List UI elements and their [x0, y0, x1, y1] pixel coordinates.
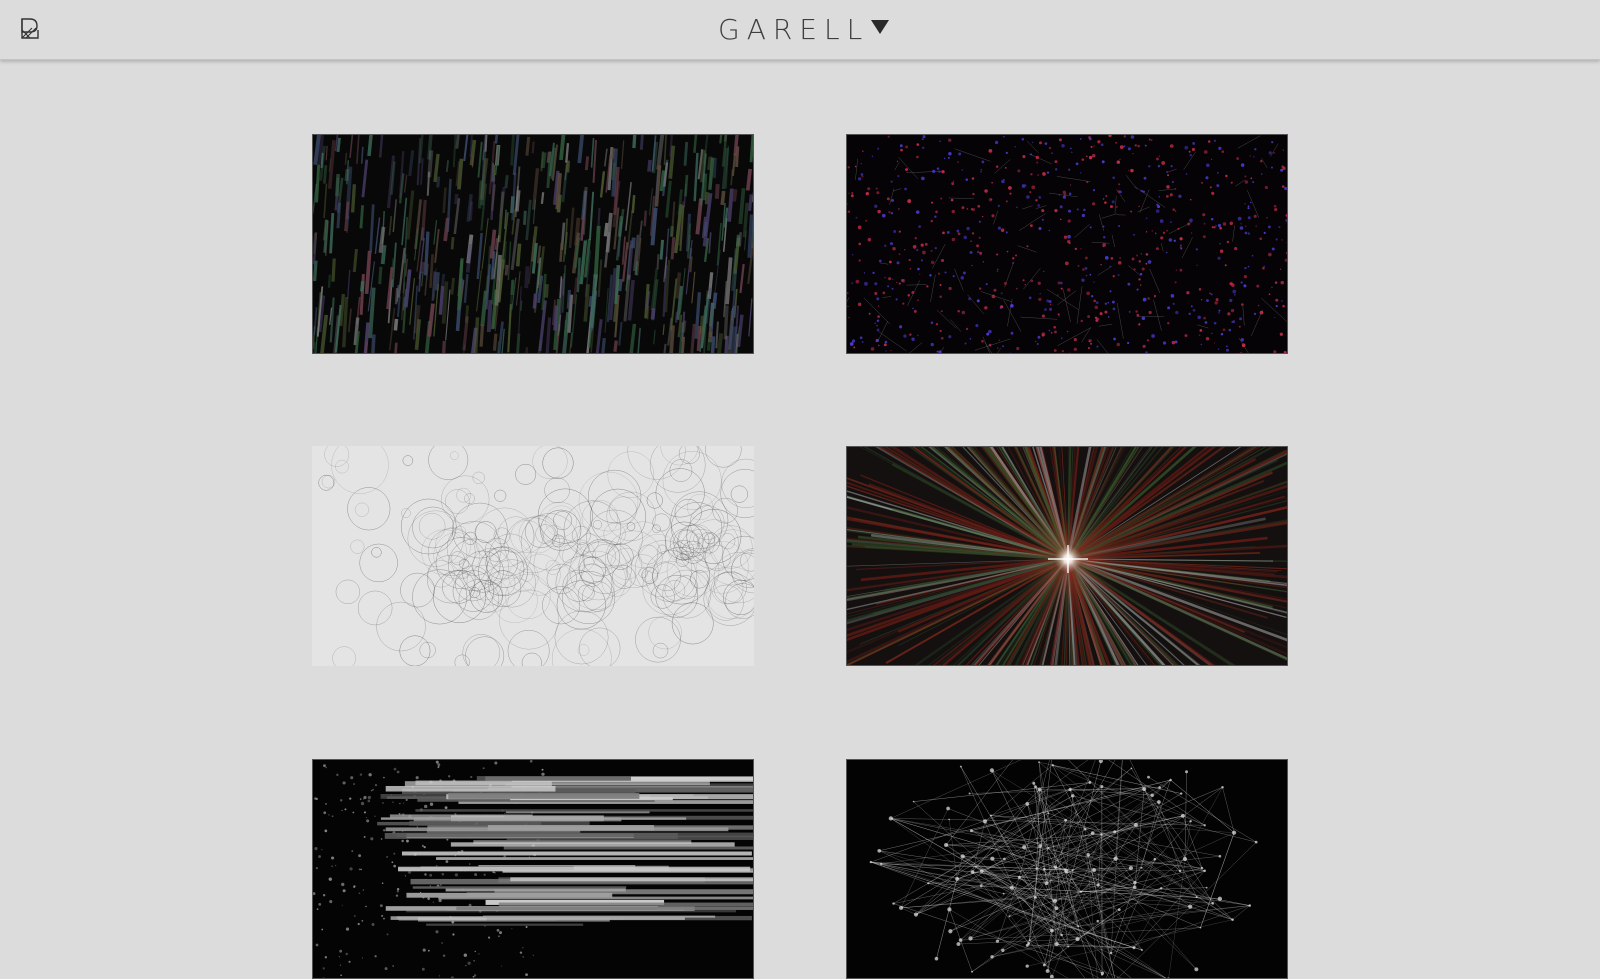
- gallery-logo-icon[interactable]: [18, 16, 42, 42]
- top-header: GARELL: [0, 0, 1600, 60]
- gallery-thumbnail-3[interactable]: [312, 446, 754, 666]
- gallery-thumbnail-2[interactable]: [846, 134, 1288, 354]
- brand-logo[interactable]: GARELL: [718, 14, 889, 46]
- triangle-down-icon: [871, 20, 889, 34]
- brand-text: GARELL: [718, 14, 869, 46]
- gallery-thumbnail-1[interactable]: [312, 134, 754, 354]
- gallery-thumbnail-5[interactable]: [312, 759, 754, 979]
- gallery-thumbnail-4[interactable]: [846, 446, 1288, 666]
- gallery-thumbnail-6[interactable]: [846, 759, 1288, 979]
